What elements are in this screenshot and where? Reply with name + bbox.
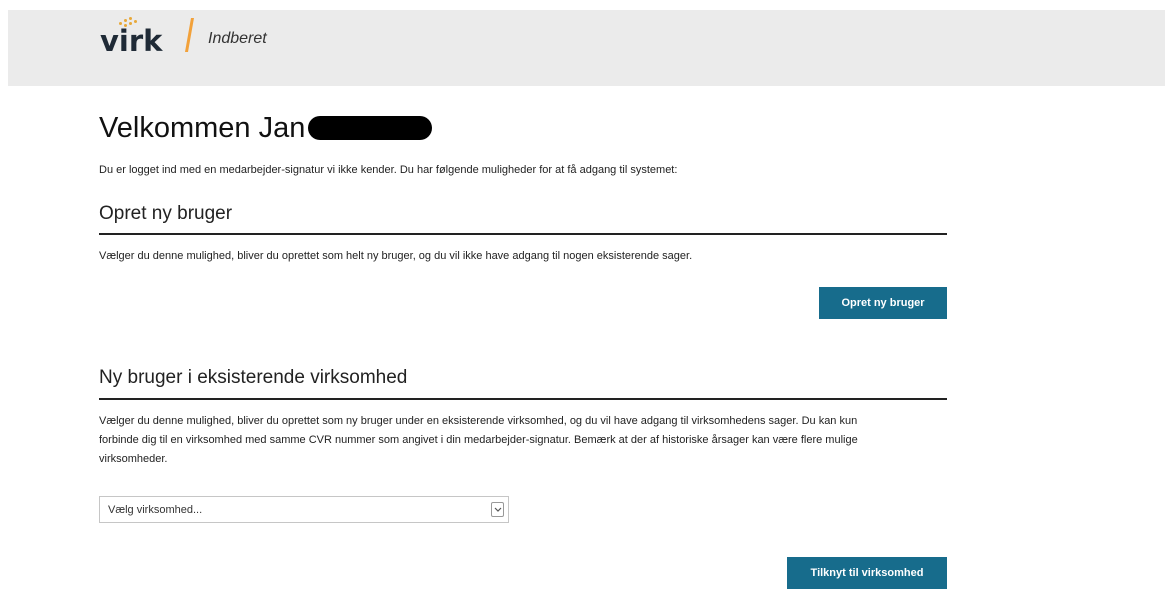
page-title: Velkommen Jan <box>99 112 306 144</box>
description-line: virksomheder. <box>99 453 168 465</box>
chevron-down-icon[interactable] <box>491 502 504 517</box>
virk-logo[interactable]: virk <box>100 16 170 58</box>
header-bar: virk Indberet <box>8 10 1165 86</box>
company-select[interactable]: Vælg virksomhed... <box>99 496 509 523</box>
app-name: Indberet <box>208 30 267 47</box>
logo-divider <box>185 18 194 52</box>
redacted-name <box>308 116 432 140</box>
existing-description: Vælger du denne mulighed, bliver du opre… <box>99 412 949 469</box>
description-line: forbinde dig til en virksomhed med samme… <box>99 434 858 446</box>
link-company-button[interactable]: Tilknyt til virksomhed <box>787 557 947 589</box>
logo-text: virk <box>100 24 163 58</box>
section-heading-existing: Ny bruger i eksisterende virksomhed <box>99 367 408 388</box>
intro-text: Du er logget ind med en medarbejder-sign… <box>99 164 678 176</box>
company-select-value: Vælg virksomhed... <box>108 504 203 516</box>
section-divider <box>99 398 947 400</box>
section-divider <box>99 233 947 235</box>
create-user-button[interactable]: Opret ny bruger <box>819 287 947 319</box>
description-line: Vælger du denne mulighed, bliver du opre… <box>99 415 858 427</box>
section-heading-new-user: Opret ny bruger <box>99 203 233 224</box>
new-user-description: Vælger du denne mulighed, bliver du opre… <box>99 250 693 262</box>
